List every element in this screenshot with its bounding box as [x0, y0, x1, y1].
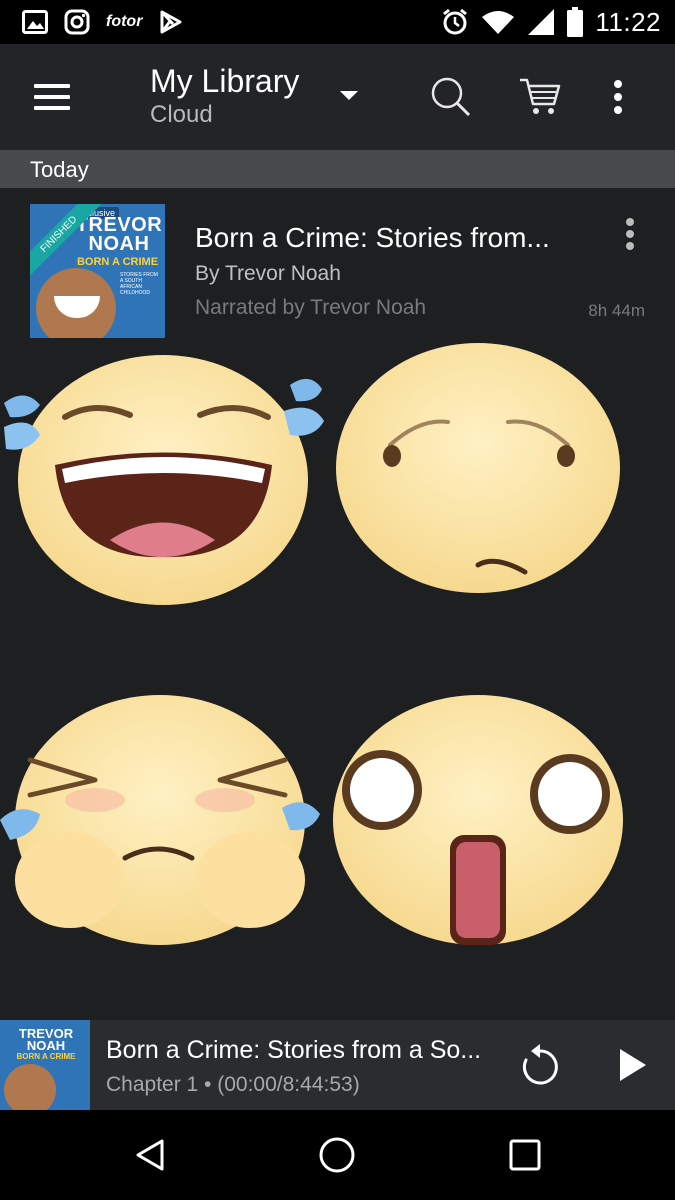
player-chapter: Chapter 1 • (00:00/8:44:53) — [106, 1073, 360, 1096]
system-nav-bar — [0, 1110, 675, 1200]
section-header-label: Today — [30, 157, 89, 182]
alarm-icon — [443, 8, 468, 35]
signal-icon — [528, 9, 555, 35]
player-cover[interactable]: TREVOR NOAH BORN A CRIME — [0, 1020, 90, 1110]
search-icon[interactable] — [428, 74, 472, 118]
home-icon[interactable] — [317, 1135, 357, 1175]
battery-icon — [567, 7, 584, 37]
dropdown-caret-icon[interactable] — [340, 91, 358, 100]
page-title: My Library — [150, 63, 300, 99]
book-cover[interactable]: exclusive TREVOR NOAH BORN A CRIME STORI… — [30, 204, 165, 338]
cart-icon[interactable] — [518, 74, 562, 118]
instagram-icon — [64, 9, 90, 35]
book-narrator: Narrated by Trevor Noah — [195, 296, 427, 319]
cover-author-name: TREVOR NOAH — [74, 215, 164, 255]
player-cover-name: TREVOR NOAH — [18, 1026, 74, 1053]
cover-name-line2: NOAH — [88, 233, 150, 255]
cover-tagline: STORIES FROM A SOUTH AFRICAN CHILDHOOD — [120, 272, 158, 296]
clock: 11:22 — [595, 6, 661, 37]
list-item[interactable]: exclusive TREVOR NOAH BORN A CRIME STORI… — [0, 188, 675, 348]
back-icon[interactable] — [130, 1135, 170, 1175]
section-header: Today — [0, 150, 675, 188]
book-author: By Trevor Noah — [195, 262, 341, 285]
rewind-icon[interactable] — [518, 1042, 562, 1088]
worried-sad-emoji — [336, 343, 620, 593]
player-cover-title: BORN A CRIME — [16, 1052, 76, 1061]
play-icon[interactable] — [614, 1046, 650, 1084]
mini-player[interactable]: TREVOR NOAH BORN A CRIME Born a Crime: S… — [0, 1020, 675, 1110]
overflow-menu-icon[interactable] — [608, 80, 628, 116]
fotor-icon: fotor — [106, 13, 143, 30]
library-selector[interactable]: My Library Cloud — [150, 62, 299, 130]
book-length: 8h 44m — [588, 301, 645, 320]
wifi-icon — [482, 11, 515, 34]
play-store-icon — [160, 10, 182, 34]
menu-icon[interactable] — [34, 84, 72, 112]
book-title[interactable]: Born a Crime: Stories from... — [195, 222, 550, 254]
recents-icon[interactable] — [505, 1135, 545, 1175]
image-icon — [22, 10, 48, 34]
status-bar: fotor 11:22 — [0, 0, 675, 44]
player-title[interactable]: Born a Crime: Stories from a So... — [106, 1036, 481, 1065]
shocked-emoji — [333, 695, 623, 945]
cover-book-title: BORN A CRIME — [76, 256, 159, 268]
book-overflow-icon[interactable] — [620, 218, 640, 254]
crying-squint-emoji — [0, 695, 320, 945]
page-subtitle: Cloud — [150, 101, 213, 128]
laughing-tears-emoji — [4, 355, 324, 605]
app-bar: My Library Cloud — [0, 44, 675, 150]
